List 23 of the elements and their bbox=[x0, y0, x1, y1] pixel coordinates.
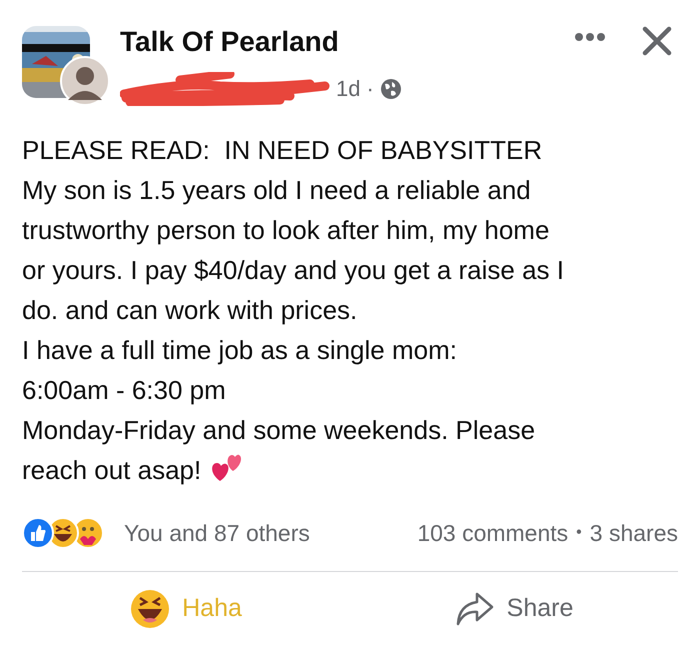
post-text: or yours. I pay $40/day and you get a raise as I bbox=[22, 254, 565, 287]
post-text: My son is 1.5 years old I need a reliable and bbox=[22, 174, 532, 207]
share-count[interactable]: 3 shares bbox=[590, 516, 678, 550]
post-text: 6:00am - 6:30 pm bbox=[22, 374, 227, 407]
share-button[interactable]: Share bbox=[350, 584, 678, 634]
post-text: PLEASE READ: IN NEED OF BABYSITTER bbox=[22, 134, 544, 167]
post-text: Monday-Friday and some weekends. Please bbox=[22, 414, 536, 447]
post-text: do. and can work with prices. bbox=[22, 294, 358, 327]
page-name[interactable]: Talk Of Pearland bbox=[120, 26, 574, 58]
share-icon bbox=[454, 590, 495, 626]
avatar-icon[interactable] bbox=[60, 56, 110, 106]
reaction-summary[interactable]: You and 87 others bbox=[124, 516, 310, 550]
globe-icon bbox=[380, 78, 402, 100]
post-text: trustworthy person to look after him, my home bbox=[22, 214, 550, 247]
post-text: reach out asap! bbox=[22, 454, 202, 487]
laughing-face-icon bbox=[130, 588, 170, 628]
post-time[interactable]: 1d bbox=[336, 76, 360, 102]
separator-dot: • bbox=[576, 523, 582, 544]
post-text: I have a full time job as a single mom: bbox=[22, 334, 458, 367]
comment-count[interactable]: 103 comments bbox=[417, 516, 568, 550]
close-icon[interactable] bbox=[642, 26, 672, 56]
separator-dot: · bbox=[366, 76, 374, 102]
more-icon[interactable] bbox=[574, 32, 606, 42]
